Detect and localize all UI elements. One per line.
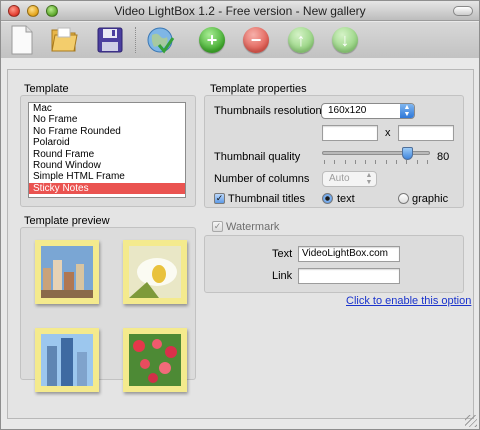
minimize-window-icon[interactable]	[27, 5, 39, 17]
template-list-item[interactable]: Mac	[29, 103, 185, 114]
skyscraper-photo-icon	[41, 334, 93, 386]
select-arrows-icon: ▲ ▼	[365, 172, 373, 186]
remove-icon: −	[243, 27, 269, 53]
title-bar: Video LightBox 1.2 - Free version - New …	[1, 1, 479, 21]
titles-text-radio[interactable]	[322, 193, 333, 204]
template-list-item[interactable]: Round Window	[29, 160, 185, 171]
thumb-height-input[interactable]	[398, 125, 454, 141]
remove-video-button[interactable]: −	[239, 23, 273, 57]
titles-graphic-label: graphic	[412, 193, 449, 205]
close-window-icon[interactable]	[8, 5, 20, 17]
titles-text-label: text	[337, 193, 355, 205]
move-up-icon: ↑	[288, 27, 314, 53]
open-gallery-button[interactable]	[47, 23, 81, 57]
template-list[interactable]: Mac No Frame No Frame Rounded Polaroid Round…	[28, 102, 186, 198]
preview-thumb-3	[35, 328, 99, 392]
thumb-resolution-select[interactable]: 160x120 ▲ ▼	[321, 103, 415, 119]
new-gallery-button[interactable]	[5, 23, 39, 57]
watermark-group	[204, 235, 464, 293]
move-down-button[interactable]: ↓	[328, 23, 362, 57]
add-video-button[interactable]: +	[195, 23, 229, 57]
toolbar-toggle-icon[interactable]	[453, 6, 473, 16]
city-photo-icon	[41, 246, 93, 298]
titles-graphic-radio[interactable]	[398, 193, 409, 204]
toolbar-separator	[135, 27, 136, 53]
preview-thumb-1	[35, 240, 99, 304]
save-gallery-button[interactable]	[93, 23, 127, 57]
thumb-quality-slider[interactable]	[322, 151, 430, 155]
watermark-label: Watermark	[226, 221, 280, 233]
resize-grip-icon[interactable]	[465, 415, 477, 427]
watermark-checkbox[interactable]: ✓	[212, 221, 223, 232]
thumb-resolution-label: Thumbnails resolution	[214, 105, 322, 117]
columns-value: Auto	[329, 173, 350, 184]
move-up-button[interactable]: ↑	[284, 23, 318, 57]
thumb-resolution-value: 160x120	[328, 105, 367, 116]
garden-photo-icon	[129, 334, 181, 386]
slider-ticks	[324, 160, 428, 164]
thumb-quality-value: 80	[437, 151, 450, 163]
template-list-item[interactable]: No Frame	[29, 114, 185, 125]
template-preview-heading: Template preview	[24, 215, 110, 227]
move-down-icon: ↓	[332, 27, 358, 53]
thumb-titles-checkbox[interactable]: ✓	[214, 193, 225, 204]
window-title: Video LightBox 1.2 - Free version - New …	[114, 4, 366, 18]
watermark-text-input[interactable]: VideoLightBox.com	[298, 246, 400, 262]
enable-option-link[interactable]: Click to enable this option	[346, 295, 471, 307]
save-disk-icon	[97, 27, 123, 53]
template-list-item[interactable]: Polaroid	[29, 137, 185, 148]
template-list-item[interactable]: Round Frame	[29, 149, 185, 160]
select-arrows-icon: ▲ ▼	[400, 104, 414, 118]
add-icon: +	[199, 27, 225, 53]
open-folder-icon	[51, 27, 78, 52]
times-label: x	[385, 127, 391, 139]
preview-thumb-4	[123, 328, 187, 392]
publish-button[interactable]	[143, 23, 177, 57]
template-preview	[20, 227, 196, 392]
template-heading: Template	[24, 83, 69, 95]
template-list-item[interactable]: Simple HTML Frame	[29, 171, 185, 182]
columns-label: Number of columns	[214, 173, 310, 185]
new-icon	[11, 25, 33, 55]
thumb-width-input[interactable]	[322, 125, 378, 141]
template-properties-heading: Template properties	[210, 83, 307, 95]
thumb-titles-label: Thumbnail titles	[228, 193, 306, 205]
flower-photo-icon	[129, 246, 181, 298]
zoom-window-icon[interactable]	[46, 5, 58, 17]
thumb-quality-label: Thumbnail quality	[214, 151, 301, 163]
watermark-text-label: Text	[272, 248, 293, 260]
toolbar: + − ↑ ↓	[1, 22, 479, 58]
publish-globe-icon	[147, 27, 175, 54]
preview-thumb-2	[123, 240, 187, 304]
content-panel: Template Mac No Frame No Frame Rounded Pola…	[7, 69, 474, 419]
watermark-link-input[interactable]	[298, 268, 400, 284]
app-window: Video LightBox 1.2 - Free version - New …	[0, 0, 480, 430]
template-list-item[interactable]: Sticky Notes	[29, 182, 185, 195]
watermark-link-label: Link	[272, 270, 293, 282]
template-list-item[interactable]: No Frame Rounded	[29, 126, 185, 137]
columns-select[interactable]: Auto ▲ ▼	[322, 171, 377, 187]
